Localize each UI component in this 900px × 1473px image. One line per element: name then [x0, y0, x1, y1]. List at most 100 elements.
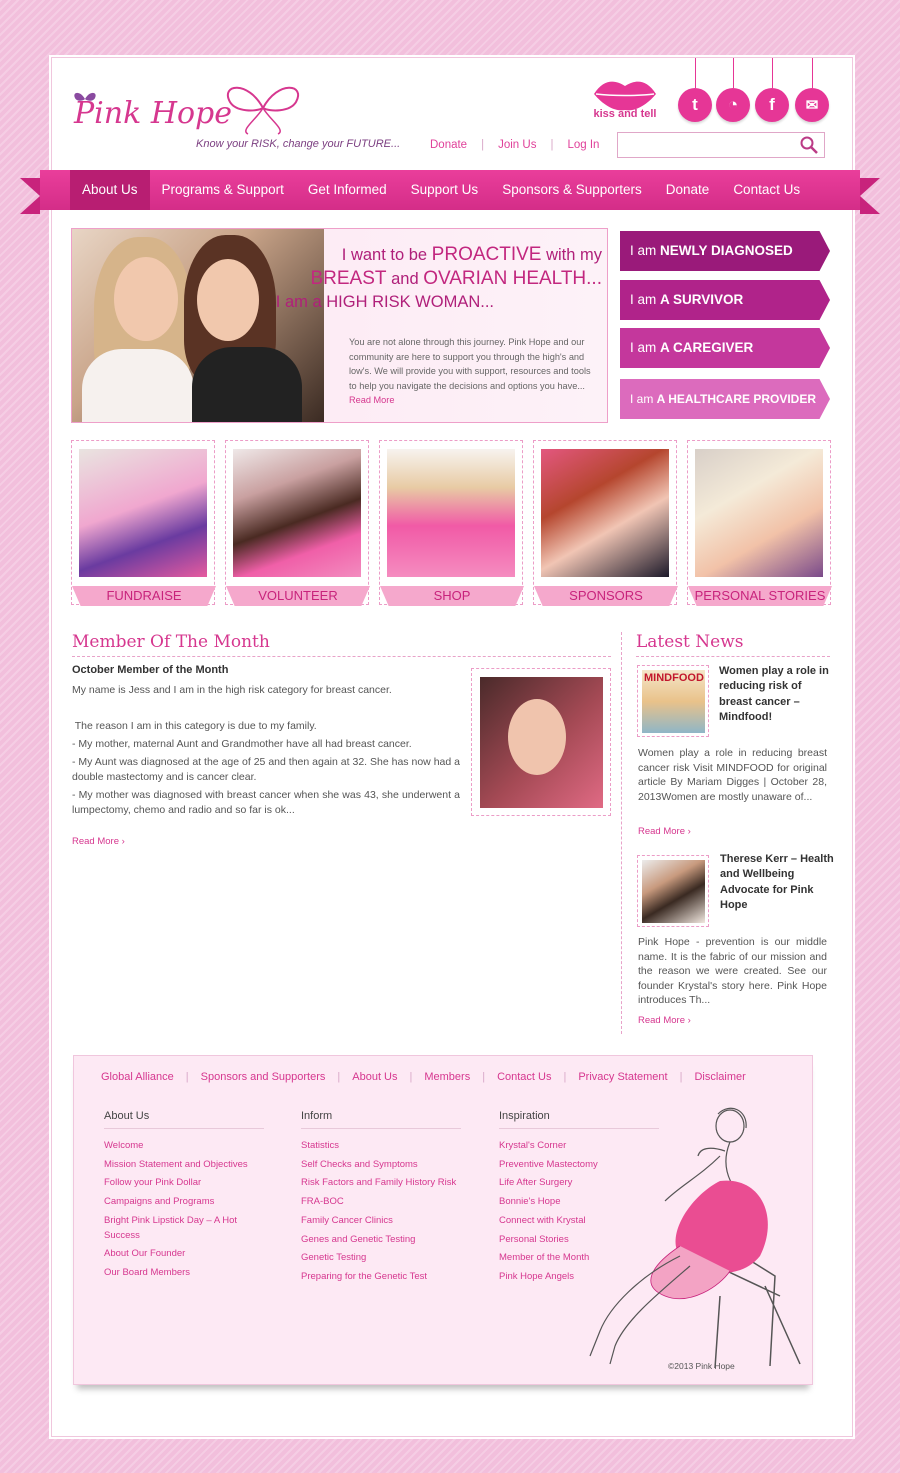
- footer-col-about: About Us Welcome Mission Statement and O…: [104, 1110, 264, 1283]
- hero-banner: I want to be PROACTIVE with my BREAST an…: [71, 228, 608, 423]
- footer-item[interactable]: Statistics: [301, 1137, 461, 1156]
- hero-body: You are not alone through this journey. …: [349, 337, 591, 406]
- footer-link-sponsors[interactable]: Sponsors and Supporters: [201, 1071, 326, 1083]
- hero-headline: I want to be PROACTIVE with my BREAST an…: [275, 244, 602, 311]
- footer-item[interactable]: Family Cancer Clinics: [301, 1212, 461, 1231]
- chevron-right-icon: ›: [687, 1015, 691, 1026]
- member-text: My name is Jess and I am in the high ris…: [72, 684, 460, 816]
- tile-volunteer[interactable]: VOLUNTEER: [225, 440, 370, 606]
- footer-col-heading: About Us: [104, 1110, 264, 1129]
- ornament-string: [695, 58, 696, 88]
- tile-label: SPONSORS: [534, 586, 678, 606]
- woman-illustration: [589, 1107, 801, 1368]
- footer-col-heading: Inform: [301, 1110, 461, 1129]
- tagline: Know your RISK, change your FUTURE...: [196, 138, 401, 150]
- tile-label: SHOP: [380, 586, 524, 606]
- footer-item[interactable]: Welcome: [104, 1137, 264, 1156]
- news-thumb-therese[interactable]: [637, 855, 709, 927]
- log-in-link[interactable]: Log In: [567, 139, 599, 151]
- footer-item[interactable]: Campaigns and Programs: [104, 1193, 264, 1212]
- footer-link-contact-us[interactable]: Contact Us: [497, 1071, 551, 1083]
- footer-link-about-us[interactable]: About Us: [352, 1071, 397, 1083]
- main-nav: About Us Programs & Support Get Informed…: [20, 170, 880, 214]
- news-read-more-1[interactable]: Read More ›: [638, 826, 691, 837]
- ribbon-survivor[interactable]: I am A SURVIVOR: [620, 280, 830, 320]
- latest-news-title: Latest News: [636, 632, 744, 652]
- ornament-string: [772, 58, 773, 88]
- mail-icon[interactable]: ✉: [795, 88, 829, 122]
- nav-get-informed[interactable]: Get Informed: [296, 170, 399, 210]
- search-icon[interactable]: [800, 136, 818, 154]
- footer-link-disclaimer[interactable]: Disclaimer: [694, 1071, 745, 1083]
- footer-item[interactable]: Bright Pink Lipstick Day – A Hot: [104, 1214, 264, 1229]
- nav-about-us[interactable]: About Us: [70, 170, 150, 210]
- tile-sponsors[interactable]: SPONSORS: [533, 440, 678, 606]
- ribbon-healthcare-provider[interactable]: I am A HEALTHCARE PROVIDER: [620, 379, 830, 419]
- news-title-1[interactable]: Women play a role in reducing risk of br…: [719, 664, 829, 725]
- news-title-2[interactable]: Therese Kerr – Health and Wellbeing Advo…: [720, 852, 838, 913]
- shop-photo: [387, 449, 515, 577]
- search-input[interactable]: [617, 132, 825, 158]
- news-divider: [621, 632, 622, 1034]
- kiss-and-tell-label[interactable]: kiss and tell: [588, 108, 662, 120]
- ribbon-caregiver[interactable]: I am A CAREGIVER: [620, 328, 830, 368]
- nav-support-us[interactable]: Support Us: [399, 170, 491, 210]
- footer-item[interactable]: About Our Founder: [104, 1245, 264, 1264]
- footer-item[interactable]: Success: [104, 1229, 264, 1244]
- hero-read-more-link[interactable]: Read More: [349, 395, 394, 405]
- ornament-string: [812, 58, 813, 88]
- chevron-right-icon: ›: [687, 826, 691, 837]
- footer-item[interactable]: Self Checks and Symptoms: [301, 1156, 461, 1175]
- nav-contact-us[interactable]: Contact Us: [721, 170, 812, 210]
- divider: [636, 656, 830, 657]
- tile-fundraise[interactable]: FUNDRAISE: [71, 440, 216, 606]
- donate-link[interactable]: Donate: [430, 139, 467, 151]
- butterfly-logo-icon: [227, 86, 299, 135]
- tile-label: PERSONAL STORIES: [688, 586, 832, 606]
- tile-label: FUNDRAISE: [72, 586, 216, 606]
- member-photo: [480, 677, 603, 808]
- footer-item[interactable]: Genes and Genetic Testing: [301, 1231, 461, 1250]
- footer-item[interactable]: Risk Factors and Family History Risk: [301, 1174, 461, 1193]
- nav-programs-support[interactable]: Programs & Support: [150, 170, 296, 210]
- footer-link-privacy[interactable]: Privacy Statement: [578, 1071, 667, 1083]
- tile-personal-stories[interactable]: PERSONAL STORIES: [687, 440, 832, 606]
- fundraise-photo: [79, 449, 207, 577]
- footer-item[interactable]: FRA-BOC: [301, 1193, 461, 1212]
- member-of-month-title: Member Of The Month: [72, 632, 270, 652]
- news-thumb-mindfood[interactable]: MINDFOOD: [637, 665, 709, 737]
- news-text-1: Women play a role in reducing breast can…: [638, 747, 827, 803]
- news-read-more-2[interactable]: Read More ›: [638, 1015, 691, 1026]
- sponsors-photo: [541, 449, 669, 577]
- footer-item[interactable]: Preparing for the Genetic Test: [301, 1268, 461, 1287]
- member-photo-frame: [471, 668, 611, 816]
- copyright: ©2013 Pink Hope: [668, 1361, 735, 1371]
- member-subtitle: October Member of the Month: [72, 664, 229, 676]
- facebook-icon[interactable]: f: [755, 88, 789, 122]
- news-text-2: Pink Hope - prevention is our middle nam…: [638, 936, 827, 1007]
- member-read-more-link[interactable]: Read More ›: [72, 836, 125, 847]
- nav-sponsors-supporters[interactable]: Sponsors & Supporters: [490, 170, 654, 210]
- tile-label: VOLUNTEER: [226, 586, 370, 606]
- footer-link-members[interactable]: Members: [424, 1071, 470, 1083]
- top-links: Donate | Join Us | Log In: [430, 139, 600, 151]
- footer-col-inform: Inform Statistics Self Checks and Sympto…: [301, 1110, 461, 1287]
- footer-item[interactable]: Mission Statement and Objectives: [104, 1156, 264, 1175]
- join-us-link[interactable]: Join Us: [498, 139, 536, 151]
- tile-shop[interactable]: SHOP: [379, 440, 524, 606]
- personal-stories-photo: [695, 449, 823, 577]
- footer-item[interactable]: Follow your Pink Dollar: [104, 1174, 264, 1193]
- nav-donate[interactable]: Donate: [654, 170, 722, 210]
- small-butterfly-icon: [74, 92, 96, 101]
- twitter-icon[interactable]: t: [678, 88, 712, 122]
- ribbon-newly-diagnosed[interactable]: I am NEWLY DIAGNOSED: [620, 231, 830, 271]
- divider: [72, 656, 611, 657]
- footer-item[interactable]: Our Board Members: [104, 1264, 264, 1283]
- nav-ribbon-tail: [860, 178, 880, 214]
- chevron-right-icon: ›: [121, 836, 125, 847]
- rss-icon[interactable]: ◔: [716, 88, 750, 122]
- footer-item[interactable]: Genetic Testing: [301, 1249, 461, 1268]
- volunteer-photo: [233, 449, 361, 577]
- footer-link-global-alliance[interactable]: Global Alliance: [101, 1071, 174, 1083]
- ornament-string: [733, 58, 734, 88]
